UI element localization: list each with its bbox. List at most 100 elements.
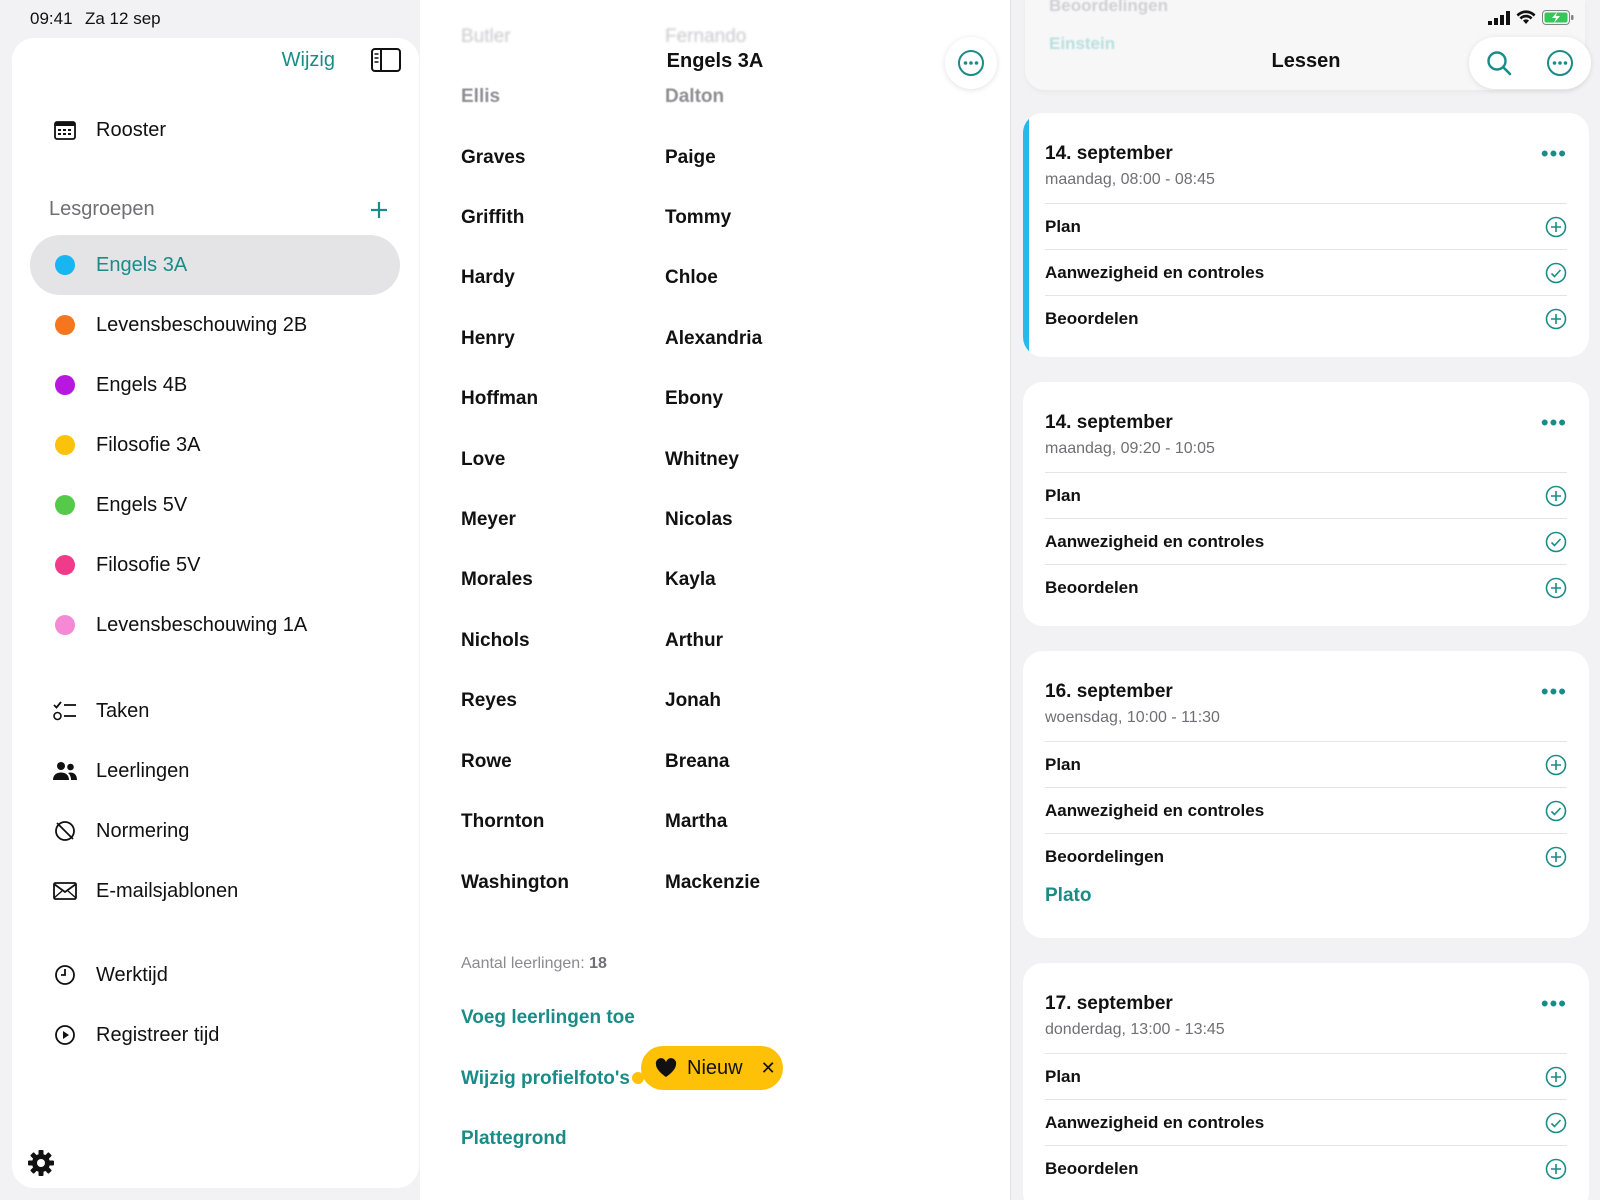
student-row[interactable]: Hoffman Ebony (461, 388, 881, 428)
groups-section-header: Lesgroepen (49, 198, 389, 221)
lesson-row-label: Aanwezigheid en controles (1045, 800, 1265, 820)
status-bar: 09:41 Za 12 sep (0, 0, 1600, 36)
student-row[interactable]: Thornton Martha (461, 811, 881, 851)
sidebar-group-levensbeschouwing-1a[interactable]: Levensbeschouwing 1A (30, 595, 400, 655)
plus-circle-icon[interactable] (1545, 846, 1567, 868)
sidebar-group-filosofie-5v[interactable]: Filosofie 5V (30, 535, 400, 595)
student-row[interactable]: Henry Alexandria (461, 328, 881, 368)
plus-circle-icon[interactable] (1545, 485, 1567, 507)
lesson-row-grading[interactable]: Beoordelen (1045, 295, 1567, 341)
lesson-row-plan[interactable]: Plan (1045, 472, 1567, 518)
add-students-link[interactable]: Voeg leerlingen toe (461, 1007, 635, 1029)
student-row[interactable]: Meyer Nicolas (461, 509, 881, 549)
plus-circle-icon[interactable] (1545, 1158, 1567, 1180)
sidebar-item-label: Rooster (96, 118, 167, 141)
lesson-row-plan[interactable]: Plan (1045, 741, 1567, 787)
student-first-name: Dalton (665, 86, 725, 107)
lesson-row-attendance[interactable]: Aanwezigheid en controles (1045, 518, 1567, 564)
student-first-name: Tommy (665, 207, 732, 228)
edit-profile-photos-link[interactable]: Wijzig profielfoto's (461, 1068, 630, 1090)
check-circle-icon[interactable] (1545, 531, 1567, 553)
student-last-name: Griffith (461, 207, 525, 228)
student-row[interactable]: Reyes Jonah (461, 690, 881, 730)
lesson-card[interactable]: 17. september donderdag, 13:00 - 13:45 •… (1023, 963, 1589, 1200)
sidebar-item-e-mailsjablonen[interactable]: E-mailsjablonen (30, 861, 400, 921)
new-feature-badge[interactable]: Nieuw ✕ (641, 1046, 783, 1090)
lesson-more-icon[interactable]: ••• (1541, 679, 1567, 705)
search-icon[interactable] (1486, 50, 1512, 76)
check-circle-icon[interactable] (1545, 1112, 1567, 1134)
student-first-name: Martha (665, 811, 728, 832)
lesson-more-icon[interactable]: ••• (1541, 410, 1567, 436)
sidebar-item-normering[interactable]: Normering (30, 801, 400, 861)
lesson-more-icon[interactable]: ••• (1541, 141, 1567, 167)
sidebar-item-rooster[interactable]: Rooster (30, 100, 400, 160)
lesson-row-grading[interactable]: Beoordelen (1045, 1145, 1567, 1191)
lesson-date: 16. september (1045, 681, 1173, 702)
group-color-dot (55, 495, 75, 515)
student-row[interactable]: Washington Mackenzie (461, 872, 881, 912)
play-circle-icon (52, 1022, 78, 1048)
plus-circle-icon[interactable] (1545, 754, 1567, 776)
sidebar-group-engels-5v[interactable]: Engels 5V (30, 475, 400, 535)
lesson-row-grading[interactable]: Beoordelingen (1045, 833, 1567, 879)
lessons-panel: Beoordelingen Einstein Lessen 14. septem… (1010, 0, 1600, 1200)
sidebar-item-registreer-tijd[interactable]: Registreer tijd (30, 1005, 400, 1065)
lesson-row-grading[interactable]: Beoordelen (1045, 564, 1567, 610)
sidebar-group-engels-3a[interactable]: Engels 3A (30, 235, 400, 295)
add-group-icon[interactable] (369, 200, 389, 220)
edit-button[interactable]: Wijzig (282, 49, 335, 72)
sidebar-group-filosofie-3a[interactable]: Filosofie 3A (30, 415, 400, 475)
lesson-row-attendance[interactable]: Aanwezigheid en controles (1045, 1099, 1567, 1145)
lesson-card[interactable]: 16. september woensdag, 10:00 - 11:30 ••… (1023, 651, 1589, 938)
plus-circle-icon[interactable] (1545, 308, 1567, 330)
sidebar-item-leerlingen[interactable]: Leerlingen (30, 741, 400, 801)
student-last-name: Reyes (461, 690, 517, 711)
student-row[interactable]: Hardy Chloe (461, 267, 881, 307)
checklist-icon (52, 698, 78, 724)
student-first-name: Mackenzie (665, 872, 761, 893)
lesson-row-attendance[interactable]: Aanwezigheid en controles (1045, 787, 1567, 833)
lesson-row-plan[interactable]: Plan (1045, 203, 1567, 249)
lesson-row-label: Beoordelingen (1045, 846, 1165, 866)
sidebar-item-label: Engels 5V (96, 493, 188, 516)
student-first-name: Chloe (665, 267, 718, 288)
plus-circle-icon[interactable] (1545, 216, 1567, 238)
close-icon[interactable]: ✕ (761, 1058, 776, 1079)
sidebar-item-label: Normering (96, 819, 190, 842)
student-row[interactable]: Morales Kayla (461, 569, 881, 609)
gear-icon[interactable] (26, 1148, 56, 1178)
floor-plan-link[interactable]: Plattegrond (461, 1128, 567, 1150)
ellipsis-circle-icon[interactable] (1546, 49, 1574, 77)
student-row[interactable]: Rowe Breana (461, 751, 881, 791)
calendar-icon (52, 117, 78, 143)
sidebar-toggle-icon[interactable] (371, 48, 401, 72)
sidebar-item-werktijd[interactable]: Werktijd (30, 945, 400, 1005)
people-icon (52, 758, 78, 784)
sidebar-toolbar: Wijzig (282, 48, 401, 72)
wifi-icon (1516, 10, 1536, 24)
check-circle-icon[interactable] (1545, 800, 1567, 822)
sidebar-group-engels-4b[interactable]: Engels 4B (30, 355, 400, 415)
plus-circle-icon[interactable] (1545, 1066, 1567, 1088)
groups-heading: Lesgroepen (49, 198, 155, 220)
sidebar-group-levensbeschouwing-2b[interactable]: Levensbeschouwing 2B (30, 295, 400, 355)
lesson-more-icon[interactable]: ••• (1541, 991, 1567, 1017)
student-row[interactable]: Love Whitney (461, 449, 881, 489)
lesson-card[interactable]: 14. september maandag, 08:00 - 08:45 •••… (1023, 113, 1589, 357)
student-first-name: Jonah (665, 690, 721, 711)
student-last-name: Meyer (461, 509, 516, 530)
sidebar-item-label: Taken (96, 699, 150, 722)
lesson-row-plan[interactable]: Plan (1045, 1053, 1567, 1099)
student-row[interactable]: Griffith Tommy (461, 207, 881, 247)
lesson-date: 17. september (1045, 993, 1173, 1014)
lesson-link-plato[interactable]: Plato (1045, 885, 1091, 907)
student-row[interactable]: Nichols Arthur (461, 630, 881, 670)
student-row[interactable]: Graves Paige (461, 147, 881, 187)
plus-circle-icon[interactable] (1545, 577, 1567, 599)
more-options-button[interactable] (945, 37, 997, 89)
lesson-row-attendance[interactable]: Aanwezigheid en controles (1045, 249, 1567, 295)
check-circle-icon[interactable] (1545, 262, 1567, 284)
lesson-card[interactable]: 14. september maandag, 09:20 - 10:05 •••… (1023, 382, 1589, 626)
sidebar-item-taken[interactable]: Taken (30, 681, 400, 741)
